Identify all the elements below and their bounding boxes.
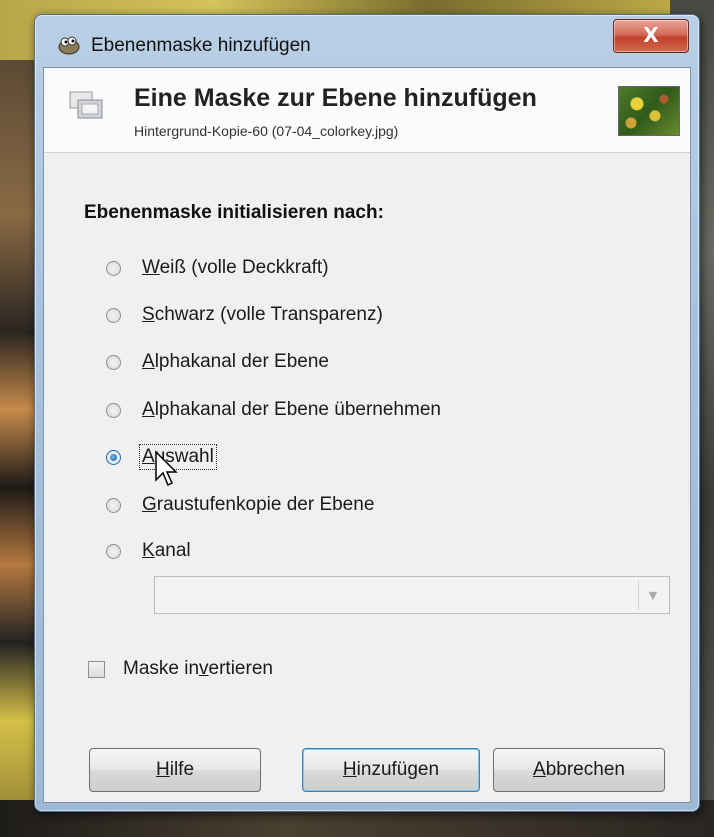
option-grayscale[interactable]: Graustufenkopie der Ebene (106, 489, 376, 521)
channel-select[interactable]: ▼ (154, 576, 670, 614)
add-button[interactable]: Hinzufügen (302, 748, 480, 792)
option-alpha-transfer[interactable]: Alphakanal der Ebene übernehmen (106, 394, 443, 426)
option-black-label: Schwarz (volle Transparenz) (142, 304, 383, 325)
radio-channel[interactable] (106, 543, 121, 559)
add-layer-mask-dialog: Ebenenmaske hinzufügen X Eine Maske zur … (34, 14, 700, 812)
init-mask-label: Ebenenmaske initialisieren nach: (84, 202, 384, 223)
layer-mask-icon (68, 90, 106, 122)
option-alpha-label: Alphakanal der Ebene (142, 351, 329, 372)
mouse-cursor-icon (155, 450, 178, 487)
layer-name: Hintergrund-Kopie-60 (07-04_colorkey.jpg… (134, 123, 399, 139)
dialog-header: Eine Maske zur Ebene hinzufügen Hintergr… (44, 68, 690, 153)
option-channel[interactable]: Kanal (106, 535, 193, 567)
option-black[interactable]: Schwarz (volle Transparenz) (106, 299, 385, 331)
radio-selection[interactable] (106, 449, 121, 465)
radio-alpha[interactable] (106, 354, 121, 370)
dialog-content: Eine Maske zur Ebene hinzufügen Hintergr… (43, 67, 691, 803)
radio-white[interactable] (106, 260, 121, 276)
dialog-heading: Eine Maske zur Ebene hinzufügen (134, 84, 537, 112)
option-channel-label: Kanal (142, 540, 191, 561)
invert-mask-option[interactable]: Maske invertieren (88, 658, 273, 680)
radio-grayscale[interactable] (106, 497, 121, 513)
radio-alpha-transfer[interactable] (106, 402, 121, 418)
title-bar[interactable]: Ebenenmaske hinzufügen X (35, 15, 699, 67)
option-white[interactable]: Weiß (volle Deckkraft) (106, 252, 331, 284)
window-title: Ebenenmaske hinzufügen (91, 35, 311, 56)
help-button[interactable]: Hilfe (89, 748, 261, 792)
invert-mask-checkbox[interactable] (88, 660, 105, 678)
invert-mask-label: Maske invertieren (123, 658, 273, 679)
close-button[interactable]: X (613, 19, 689, 53)
layer-thumbnail (618, 86, 680, 136)
option-alpha-transfer-label: Alphakanal der Ebene übernehmen (142, 399, 441, 420)
gimp-icon (57, 33, 81, 55)
chevron-down-icon[interactable]: ▼ (638, 580, 667, 610)
option-grayscale-label: Graustufenkopie der Ebene (142, 494, 375, 515)
radio-black[interactable] (106, 307, 121, 323)
cancel-button[interactable]: Abbrechen (493, 748, 665, 792)
option-alpha[interactable]: Alphakanal der Ebene (106, 346, 331, 378)
option-white-label: Weiß (volle Deckkraft) (142, 257, 329, 278)
